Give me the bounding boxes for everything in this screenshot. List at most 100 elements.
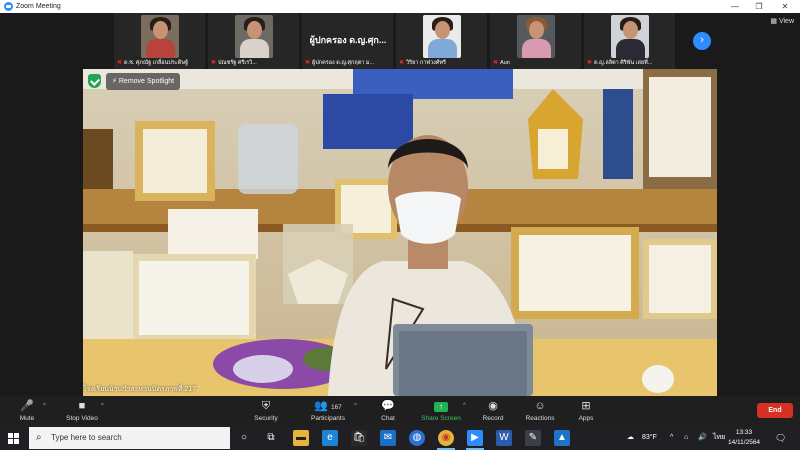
participant-name: วิริยา กาฬวงศ์ทรี (406, 60, 446, 66)
next-page-button[interactable]: › (693, 32, 711, 50)
weather-cloud-icon[interactable]: ☁ (627, 426, 634, 450)
taskbar-clock[interactable]: 13:33 14/11/2564 (728, 428, 760, 448)
mic-muted-icon: ✖ (117, 60, 123, 66)
minimize-button[interactable]: — (722, 0, 748, 13)
spotlight-video (83, 69, 717, 396)
grid-view-icon: ▦ (770, 18, 779, 25)
network-icon[interactable]: ⌂ (684, 426, 688, 450)
record-label: Record (482, 415, 504, 422)
participant-video (611, 15, 649, 58)
participant-tile[interactable]: ✖ ปณชรัฐ ศรีเรวิ... (208, 13, 299, 69)
cortana-icon[interactable]: ○ (236, 430, 252, 446)
clock-date: 14/11/2564 (728, 439, 761, 446)
security-button[interactable]: ⛨ Security (246, 396, 286, 426)
file-explorer-icon[interactable]: ▬ (293, 430, 309, 446)
participant-name-display: ผู้ปกครอง ด.ญ.ศุก... (309, 35, 387, 45)
photos-icon[interactable]: ▲ (554, 430, 570, 446)
apps-label: Apps (578, 415, 594, 422)
apps-button[interactable]: ⊞ Apps (572, 396, 600, 426)
windows-start-icon[interactable] (8, 433, 19, 444)
mute-button[interactable]: 🎤 Mute (14, 396, 40, 426)
participant-video (235, 15, 273, 58)
mic-muted-icon: ✖ (493, 60, 499, 66)
mute-label: Mute (19, 415, 35, 422)
microphone-icon: 🎤 (20, 400, 34, 412)
share-screen-label: Share Screen (421, 415, 461, 422)
participant-tile[interactable]: ✖ ด.ช. ศุภณัฐ เกลื่อนประดิษฐ์ (114, 13, 205, 69)
smiley-plus-icon: ☺ (534, 400, 546, 412)
participant-video (141, 15, 179, 58)
window-titlebar: Zoom Meeting — ❐ ✕ (0, 0, 800, 13)
spotlight-icon: ⚡ (112, 78, 119, 85)
participants-button[interactable]: 👥 167 Participants (304, 396, 352, 426)
view-button[interactable]: ▦ View (770, 17, 794, 25)
share-options-caret[interactable]: ^ (463, 403, 466, 409)
apps-icon: ⊞ (581, 400, 591, 412)
chrome-icon[interactable]: ◉ (438, 430, 454, 446)
input-language[interactable]: ไทย (713, 426, 725, 450)
search-icon: ⌕ (36, 432, 42, 443)
gallery-strip: ✖ ด.ช. ศุภณัฐ เกลื่อนประดิษฐ์ ✖ ปณชรัฐ ศรี… (0, 13, 800, 69)
chat-bubble-icon: 💬 (381, 400, 395, 412)
weather-temperature[interactable]: 83°F (642, 426, 657, 450)
search-placeholder: Type here to search (51, 433, 122, 442)
taskbar-search-input[interactable]: ⌕ Type here to search (29, 427, 230, 449)
mail-icon[interactable]: ✉ (380, 430, 396, 446)
participant-video (517, 15, 555, 58)
participants-icon: 👥 (314, 400, 328, 412)
participants-options-caret[interactable]: ^ (354, 403, 357, 409)
video-camera-icon: ■ (78, 400, 86, 412)
browser-icon[interactable]: ◍ (409, 430, 425, 446)
participant-video (423, 15, 461, 58)
chat-label: Chat (381, 415, 395, 422)
participant-name: ผู้ปกครอง ด.ญ.ศุกฤตา ม... (312, 60, 375, 66)
remove-spotlight-label: Remove Spotlight (118, 78, 175, 85)
reactions-button[interactable]: ☺ Reactions (520, 396, 560, 426)
view-label: View (778, 18, 794, 25)
record-icon: ◉ (488, 400, 498, 412)
close-button[interactable]: ✕ (772, 0, 798, 13)
edge-icon[interactable]: e (322, 430, 338, 446)
mic-muted-icon: ✖ (211, 60, 217, 66)
clock-time: 13:33 (735, 429, 753, 436)
participant-name: ด.ช. ศุภณัฐ เกลื่อนประดิษฐ์ (124, 60, 188, 66)
share-screen-icon: ↑ (416, 398, 466, 415)
window-title: Zoom Meeting (16, 3, 61, 10)
tray-overflow-icon[interactable]: ^ (670, 426, 673, 450)
security-label: Security (254, 415, 278, 422)
chat-button[interactable]: 💬 Chat (374, 396, 402, 426)
task-view-icon[interactable]: ⧉ (263, 430, 279, 446)
record-button[interactable]: ◉ Record (478, 396, 508, 426)
mic-muted-icon: ✖ (399, 60, 405, 66)
participant-tile[interactable]: ผู้ปกครอง ด.ญ.ศุก... ✖ ผู้ปกครอง ด.ญ.ศุกฤ… (302, 13, 393, 69)
participant-tile[interactable]: ✖ วิริยา กาฬวงศ์ทรี (396, 13, 487, 69)
share-screen-button[interactable]: ↑ Share Screen (416, 396, 466, 426)
security-shield-icon (88, 74, 101, 88)
participant-name: Aun (500, 60, 510, 66)
windows-taskbar: ⌕ Type here to search ○ ⧉ ▬ e 🛍 ✉ ◍ ◉ ▶ … (0, 426, 800, 450)
shield-icon: ⛨ (261, 400, 271, 412)
zoom-taskbar-icon[interactable]: ▶ (467, 430, 483, 446)
stop-video-label: Stop Video (66, 415, 98, 422)
video-options-caret[interactable]: ^ (101, 403, 104, 409)
audio-options-caret[interactable]: ^ (43, 403, 46, 409)
mic-muted-icon: ✖ (305, 60, 311, 66)
spotlight-caption: โรงเรียนบ้านกำสะหวนนิตรภาพที่ 217 (83, 386, 197, 393)
mic-muted-icon: ✖ (587, 60, 593, 66)
maximize-button[interactable]: ❐ (746, 0, 772, 13)
end-meeting-button[interactable]: End (757, 403, 793, 418)
zoom-logo-icon (4, 2, 13, 11)
participant-tile[interactable]: ✖ Aun (490, 13, 581, 69)
reactions-label: Reactions (525, 415, 555, 422)
spotlight-video-scene (83, 69, 717, 396)
participant-tile[interactable]: ✖ ด.ญ.ลลิตา ศิริพัน เล่ยที่... (584, 13, 675, 69)
notification-center-icon[interactable]: 🗨 (775, 426, 786, 450)
volume-icon[interactable]: 🔊 (698, 426, 707, 450)
word-icon[interactable]: W (496, 430, 512, 446)
store-icon[interactable]: 🛍 (351, 430, 367, 446)
meeting-toolbar: 🎤 Mute ^ ■ Stop Video ^ ⛨ Security 👥 167… (0, 396, 800, 426)
stop-video-button[interactable]: ■ Stop Video (60, 396, 104, 426)
paint-icon[interactable]: ✎ (525, 430, 541, 446)
participant-name: ปณชรัฐ ศรีเรวิ... (218, 60, 257, 66)
remove-spotlight-button[interactable]: ⚡ Remove Spotlight (106, 73, 181, 90)
